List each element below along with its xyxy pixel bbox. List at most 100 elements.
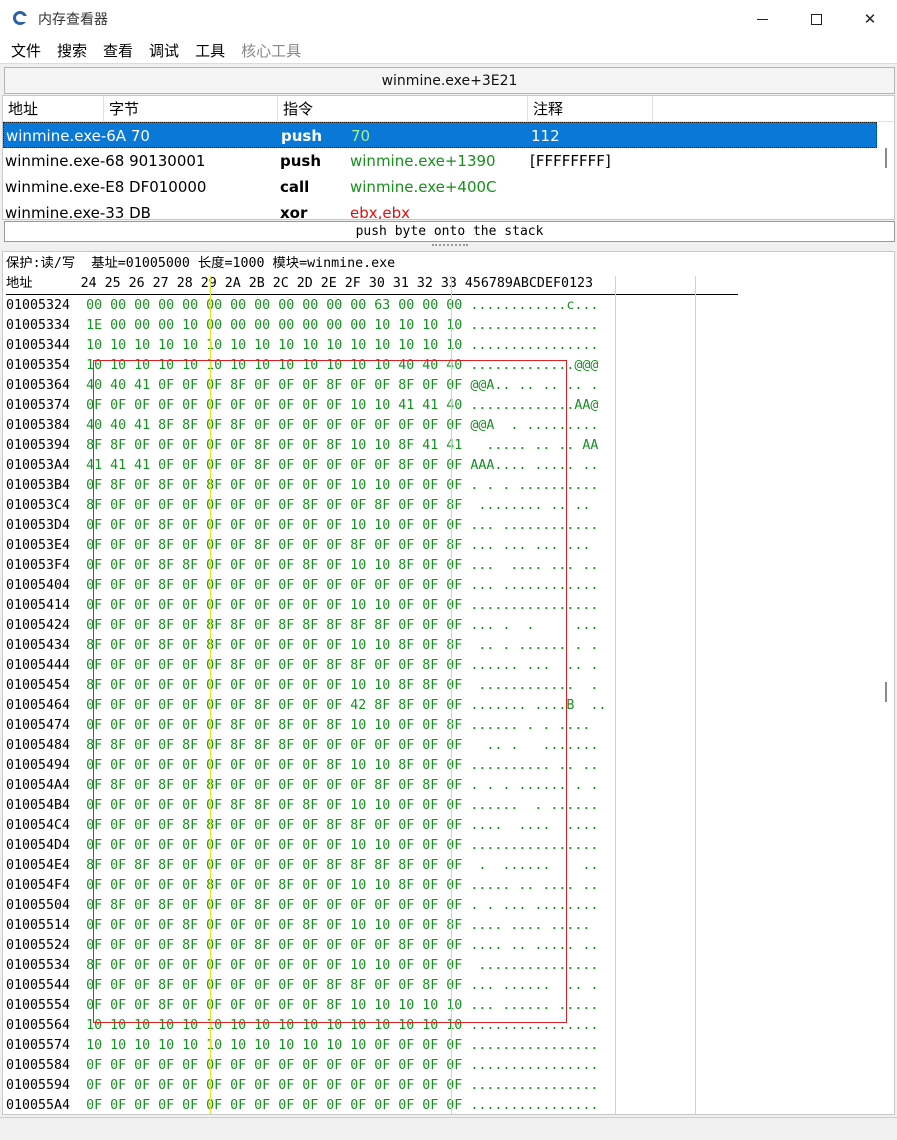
close-button[interactable]: ✕ <box>843 0 897 38</box>
hex-row-address: 010054E4 <box>6 858 71 873</box>
hex-row-address: 010054B4 <box>6 798 71 813</box>
hex-row-address: 01005574 <box>6 1038 71 1053</box>
hex-row-ascii: ................ <box>470 1078 599 1093</box>
disasm-mnemonic: push <box>280 152 322 170</box>
col-header-address[interactable]: 地址 <box>3 96 104 122</box>
hex-row-bytes: 00 00 00 00 00 00 00 00 00 00 00 00 63 0… <box>86 298 463 313</box>
hex-row-address: 01005364 <box>6 378 71 393</box>
disasm-row[interactable]: winmine.exe-68 90130001 push winmine.exe+1… <box>3 148 877 174</box>
hex-column-header: 地址 24 25 26 27 28 29 2A 2B 2C 2D 2E 2F 3… <box>6 276 593 291</box>
minimize-icon <box>756 18 768 20</box>
hex-row-address: 010053A4 <box>6 458 71 473</box>
hex-row-address: 01005354 <box>6 358 71 373</box>
hex-row-address: 01005524 <box>6 938 71 953</box>
menu-tools[interactable]: 工具 <box>195 40 225 61</box>
column-guide <box>695 276 696 1114</box>
hex-row-address: 01005434 <box>6 638 71 653</box>
disasm-operand: winmine.exe+400C <box>350 178 497 196</box>
disasm-scrollbar[interactable] <box>885 148 887 168</box>
hex-row[interactable]: 01005334 1E 00 00 00 10 00 00 00 00 00 0… <box>6 316 598 336</box>
disasm-operand: ebx,ebx <box>350 204 411 220</box>
instruction-description-text: push byte onto the stack <box>355 224 544 239</box>
disasm-column-headers: 地址 字节 指令 注释 <box>3 96 894 122</box>
hex-row-address: 010053F4 <box>6 558 71 573</box>
cheat-engine-icon <box>12 10 30 28</box>
hex-row[interactable]: 01005324 00 00 00 00 00 00 00 00 00 00 0… <box>6 296 598 316</box>
col-header-comment[interactable]: 注释 <box>528 96 653 122</box>
hex-row-address: 01005334 <box>6 318 71 333</box>
disasm-mnemonic: call <box>280 178 310 196</box>
hex-row-address: 01005594 <box>6 1078 71 1093</box>
disassembler-view[interactable]: 地址 字节 指令 注释 winmine.exe-6A 70 push 70 112 wi… <box>2 95 895 220</box>
hex-row-address: 01005344 <box>6 338 71 353</box>
menu-kernel-tools[interactable]: 核心工具 <box>241 40 301 61</box>
minimize-button[interactable] <box>735 0 789 38</box>
col-header-bytes[interactable]: 字节 <box>104 96 278 122</box>
hex-row[interactable]: 01005584 0F 0F 0F 0F 0F 0F 0F 0F 0F 0F 0… <box>6 1056 598 1076</box>
window-title: 内存查看器 <box>38 12 108 28</box>
hex-row-bytes: 10 10 10 10 10 10 10 10 10 10 10 10 10 1… <box>86 338 463 353</box>
pane-splitter[interactable] <box>432 244 468 247</box>
instruction-description: push byte onto the stack <box>4 221 895 242</box>
hex-row-address: 01005464 <box>6 698 71 713</box>
disasm-address: winmine.exe-68 90130001 <box>5 152 206 170</box>
hex-row-bytes: 10 10 10 10 10 10 10 10 10 10 10 10 0F 0… <box>86 1038 463 1053</box>
hex-row-ascii: ................ <box>470 318 599 333</box>
hex-row-address: 01005494 <box>6 758 71 773</box>
hex-row-address: 01005384 <box>6 418 71 433</box>
hex-row-ascii: ................ <box>470 338 599 353</box>
maximize-icon <box>810 13 822 25</box>
disasm-comment: 112 <box>531 127 560 145</box>
maximize-button[interactable] <box>789 0 843 38</box>
disasm-address: winmine.exe-33 DB <box>5 204 151 220</box>
hex-row[interactable]: 010055A4 0F 0F 0F 0F 0F 0F 0F 0F 0F 0F 0… <box>6 1096 599 1114</box>
hex-row-address: 01005374 <box>6 398 71 413</box>
hex-row-address: 01005484 <box>6 738 71 753</box>
hex-row-ascii: ................ <box>470 1098 599 1113</box>
disasm-mnemonic: xor <box>280 204 308 220</box>
hex-row-address: 01005444 <box>6 658 71 673</box>
menu-view[interactable]: 查看 <box>103 40 133 61</box>
hex-row-address: 01005504 <box>6 898 71 913</box>
hex-row-address: 01005404 <box>6 578 71 593</box>
minefield-highlight-box <box>93 360 567 1023</box>
menu-file[interactable]: 文件 <box>11 40 41 61</box>
hex-row-address: 01005424 <box>6 618 71 633</box>
hex-row[interactable]: 01005574 10 10 10 10 10 10 10 10 10 10 1… <box>6 1036 598 1056</box>
hex-row-address: 010055A4 <box>6 1098 71 1113</box>
disasm-row[interactable]: winmine.exe-33 DB xor ebx,ebx <box>3 200 877 220</box>
hex-row-address: 01005324 <box>6 298 71 313</box>
hex-row[interactable]: 01005594 0F 0F 0F 0F 0F 0F 0F 0F 0F 0F 0… <box>6 1076 598 1096</box>
hex-row-address: 01005454 <box>6 678 71 693</box>
hex-row-ascii: ................ <box>470 1058 599 1073</box>
hex-row-bytes: 0F 0F 0F 0F 0F 0F 0F 0F 0F 0F 0F 0F 0F 0… <box>86 1098 463 1113</box>
hex-row-ascii: ................ <box>470 1038 599 1053</box>
memory-region-info: 保护:读/写 基址=01005000 长度=1000 模块=winmine.ex… <box>6 256 396 271</box>
disasm-address: winmine.exe-6A 70 <box>6 127 150 145</box>
title-bar: 内存查看器 ✕ <box>0 0 897 38</box>
current-address: winmine.exe+3E21 <box>381 72 518 89</box>
hex-row-address: 01005394 <box>6 438 71 453</box>
disasm-row[interactable]: winmine.exe-6A 70 push 70 112 <box>3 122 877 148</box>
hex-row-address: 01005534 <box>6 958 71 973</box>
disasm-operand: 70 <box>351 127 371 145</box>
col-header-opcode[interactable]: 指令 <box>278 96 528 122</box>
hex-row-address: 010054F4 <box>6 878 71 893</box>
disasm-address-header[interactable]: winmine.exe+3E21 <box>4 67 895 94</box>
hex-row-address: 010054A4 <box>6 778 71 793</box>
hex-row-address: 01005544 <box>6 978 71 993</box>
hex-row-address: 010053C4 <box>6 498 71 513</box>
menu-search[interactable]: 搜索 <box>57 40 87 61</box>
hex-scrollbar[interactable] <box>885 682 887 702</box>
disasm-row[interactable]: winmine.exe-E8 DF010000 call winmine.exe+4… <box>3 174 877 200</box>
hex-row[interactable]: 01005344 10 10 10 10 10 10 10 10 10 10 1… <box>6 336 598 356</box>
menu-debug[interactable]: 调试 <box>149 40 179 61</box>
column-guide <box>615 276 616 1114</box>
hex-row-address: 01005514 <box>6 918 71 933</box>
hex-view[interactable]: 保护:读/写 基址=01005000 长度=1000 模块=winmine.ex… <box>2 251 895 1115</box>
hex-row-address: 010053B4 <box>6 478 71 493</box>
hex-row-address: 010054C4 <box>6 818 71 833</box>
hex-row-bytes: 0F 0F 0F 0F 0F 0F 0F 0F 0F 0F 0F 0F 0F 0… <box>86 1078 463 1093</box>
hex-row-bytes: 0F 0F 0F 0F 0F 0F 0F 0F 0F 0F 0F 0F 0F 0… <box>86 1058 463 1073</box>
menu-bar: 文件 搜索 查看 调试 工具 核心工具 <box>0 38 897 64</box>
